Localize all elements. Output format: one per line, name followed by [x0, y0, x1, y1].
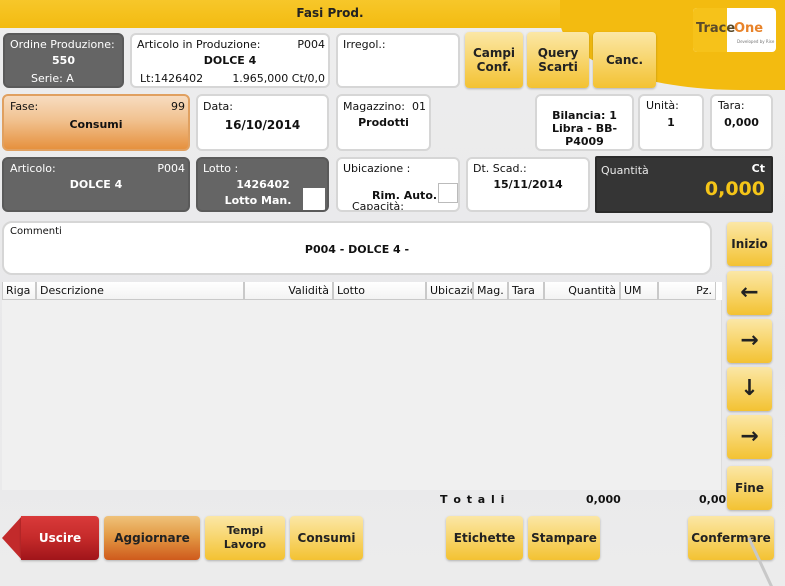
- scadenza-value: 15/11/2014: [493, 178, 563, 191]
- canc-button[interactable]: Canc.: [593, 32, 656, 88]
- fase-panel[interactable]: Fase: 99 Consumi: [2, 94, 190, 151]
- articolo-prod-qty: 1.965,000 Ct/0,0: [232, 72, 325, 85]
- quantita-unit: Ct: [751, 162, 765, 175]
- ubicazione-panel[interactable]: Ubicazione : Rim. Auto.: Capacità:: [336, 157, 460, 212]
- articolo-label: Articolo:: [10, 162, 56, 175]
- commenti-label: Commenti: [10, 226, 62, 237]
- lotto-value: 1426402: [236, 178, 290, 191]
- scadenza-panel[interactable]: Dt. Scad.: 15/11/2014: [466, 157, 590, 212]
- tara-label: Tara:: [718, 99, 745, 112]
- magazzino-panel[interactable]: Magazzino: 01 Prodotti: [336, 94, 431, 151]
- ordine-label: Ordine Produzione:: [10, 38, 115, 51]
- col-mag[interactable]: Mag.: [473, 282, 508, 300]
- unita-label: Unità:: [646, 99, 679, 112]
- tara-panel[interactable]: Tara: 0,000: [710, 94, 773, 151]
- ubicazione-label: Ubicazione :: [343, 162, 411, 175]
- articolo-prod-label: Articolo in Produzione:: [137, 38, 261, 51]
- quantita-panel[interactable]: Quantità Ct 0,000: [595, 156, 773, 213]
- next-button[interactable]: →: [727, 319, 772, 363]
- arrow-left-icon: ←: [740, 280, 759, 305]
- arrow-down-icon: ↓: [740, 376, 759, 401]
- etichette-button[interactable]: Etichette: [446, 516, 523, 560]
- trace-one-logo: Trace One Developed by Rise: [693, 8, 776, 52]
- articolo-prod-lotto: Lt:1426402: [140, 72, 204, 85]
- lotto-label: Lotto :: [203, 162, 239, 175]
- uscire-arrow-tip[interactable]: [2, 516, 22, 560]
- unita-panel[interactable]: Unità: 1: [638, 94, 704, 151]
- col-ubicazione[interactable]: Ubicazio: [426, 282, 473, 300]
- fase-label: Fase:: [10, 100, 39, 113]
- articolo-prod-name: DOLCE 4: [203, 54, 257, 67]
- query-scarti-button[interactable]: Query Scarti: [527, 32, 589, 88]
- table-header: Riga Descrizione Validità Lotto Ubicazio…: [2, 282, 722, 300]
- quantita-value: 0,000: [704, 178, 765, 200]
- totali-quantita: 0,000: [586, 493, 621, 506]
- logo-word-one: One: [734, 21, 764, 36]
- col-validita[interactable]: Validità: [244, 282, 333, 300]
- rim-auto-checkbox[interactable]: [438, 183, 458, 203]
- unita-value: 1: [667, 116, 675, 129]
- fase-value: Consumi: [69, 118, 123, 131]
- commenti-panel[interactable]: Commenti P004 - DOLCE 4 -: [2, 221, 712, 275]
- col-um[interactable]: UM: [620, 282, 658, 300]
- next-page-button[interactable]: →: [727, 415, 772, 459]
- confermare-button[interactable]: Confermare: [688, 516, 774, 560]
- down-button[interactable]: ↓: [727, 367, 772, 411]
- arrow-right-icon: →: [740, 424, 759, 449]
- data-label: Data:: [203, 100, 233, 113]
- arrow-right-icon: →: [740, 328, 759, 353]
- capacita-label: Capacità:: [352, 200, 405, 212]
- fine-button[interactable]: Fine: [727, 466, 772, 510]
- col-lotto[interactable]: Lotto: [333, 282, 426, 300]
- magazzino-label: Magazzino:: [343, 100, 405, 113]
- totali-label: T o t a l i: [440, 493, 506, 506]
- bilancia-line1: Bilancia: 1: [552, 109, 617, 122]
- articolo-value: DOLCE 4: [69, 178, 123, 191]
- col-tara[interactable]: Tara: [508, 282, 544, 300]
- tara-value: 0,000: [724, 116, 759, 129]
- fase-code: 99: [171, 100, 185, 113]
- ordine-produzione-panel[interactable]: Ordine Produzione: 550 Serie: A: [3, 33, 124, 88]
- magazzino-code: 01: [412, 100, 426, 113]
- magazzino-value: Prodotti: [358, 116, 409, 129]
- logo-tagline: Developed by Rise: [737, 39, 775, 44]
- quantita-label: Quantità: [601, 164, 649, 177]
- lotto-panel[interactable]: Lotto : 1426402 Lotto Man.: [196, 157, 329, 212]
- irregol-panel[interactable]: Irregol.:: [336, 33, 460, 88]
- col-pz[interactable]: Pz.: [658, 282, 716, 300]
- totali-pz: 0,00: [699, 493, 727, 506]
- bilancia-panel[interactable]: Bilancia: 1 Libra - BB-P4009: [535, 94, 634, 151]
- page-title: Fasi Prod.: [296, 6, 364, 20]
- campi-conf-button[interactable]: Campi Conf.: [465, 32, 523, 88]
- articolo-code: P004: [157, 162, 185, 175]
- aggiornare-button[interactable]: Aggiornare: [104, 516, 200, 560]
- col-riga[interactable]: Riga: [2, 282, 36, 300]
- serie-value: Serie: A: [31, 72, 74, 85]
- bilancia-line2: Libra - BB-P4009: [551, 122, 618, 148]
- scadenza-label: Dt. Scad.:: [473, 162, 527, 175]
- col-descrizione[interactable]: Descrizione: [36, 282, 244, 300]
- data-panel[interactable]: Data: 16/10/2014: [196, 94, 329, 151]
- consumi-button[interactable]: Consumi: [290, 516, 363, 560]
- irregol-label: Irregol.:: [343, 38, 386, 51]
- prev-button[interactable]: ←: [727, 271, 772, 315]
- consumi-table[interactable]: Riga Descrizione Validità Lotto Ubicazio…: [2, 282, 722, 490]
- ordine-value: 550: [52, 54, 75, 67]
- data-value: 16/10/2014: [224, 118, 301, 132]
- logo-word-trace: Trace: [696, 21, 736, 36]
- articolo-prod-code: P004: [297, 38, 325, 51]
- tempi-lavoro-button[interactable]: Tempi Lavoro: [205, 516, 285, 560]
- lotto-manual-label: Lotto Man.: [224, 194, 292, 207]
- articolo-produzione-panel[interactable]: Articolo in Produzione: P004 DOLCE 4 Lt:…: [130, 33, 330, 88]
- uscire-button[interactable]: Uscire: [21, 516, 99, 560]
- inizio-button[interactable]: Inizio: [727, 222, 772, 266]
- lotto-manual-checkbox[interactable]: [303, 188, 325, 210]
- stampare-button[interactable]: Stampare: [528, 516, 600, 560]
- articolo-panel[interactable]: Articolo: P004 DOLCE 4: [2, 157, 190, 212]
- col-quantita[interactable]: Quantità: [544, 282, 620, 300]
- commenti-value: P004 - DOLCE 4 -: [304, 243, 410, 256]
